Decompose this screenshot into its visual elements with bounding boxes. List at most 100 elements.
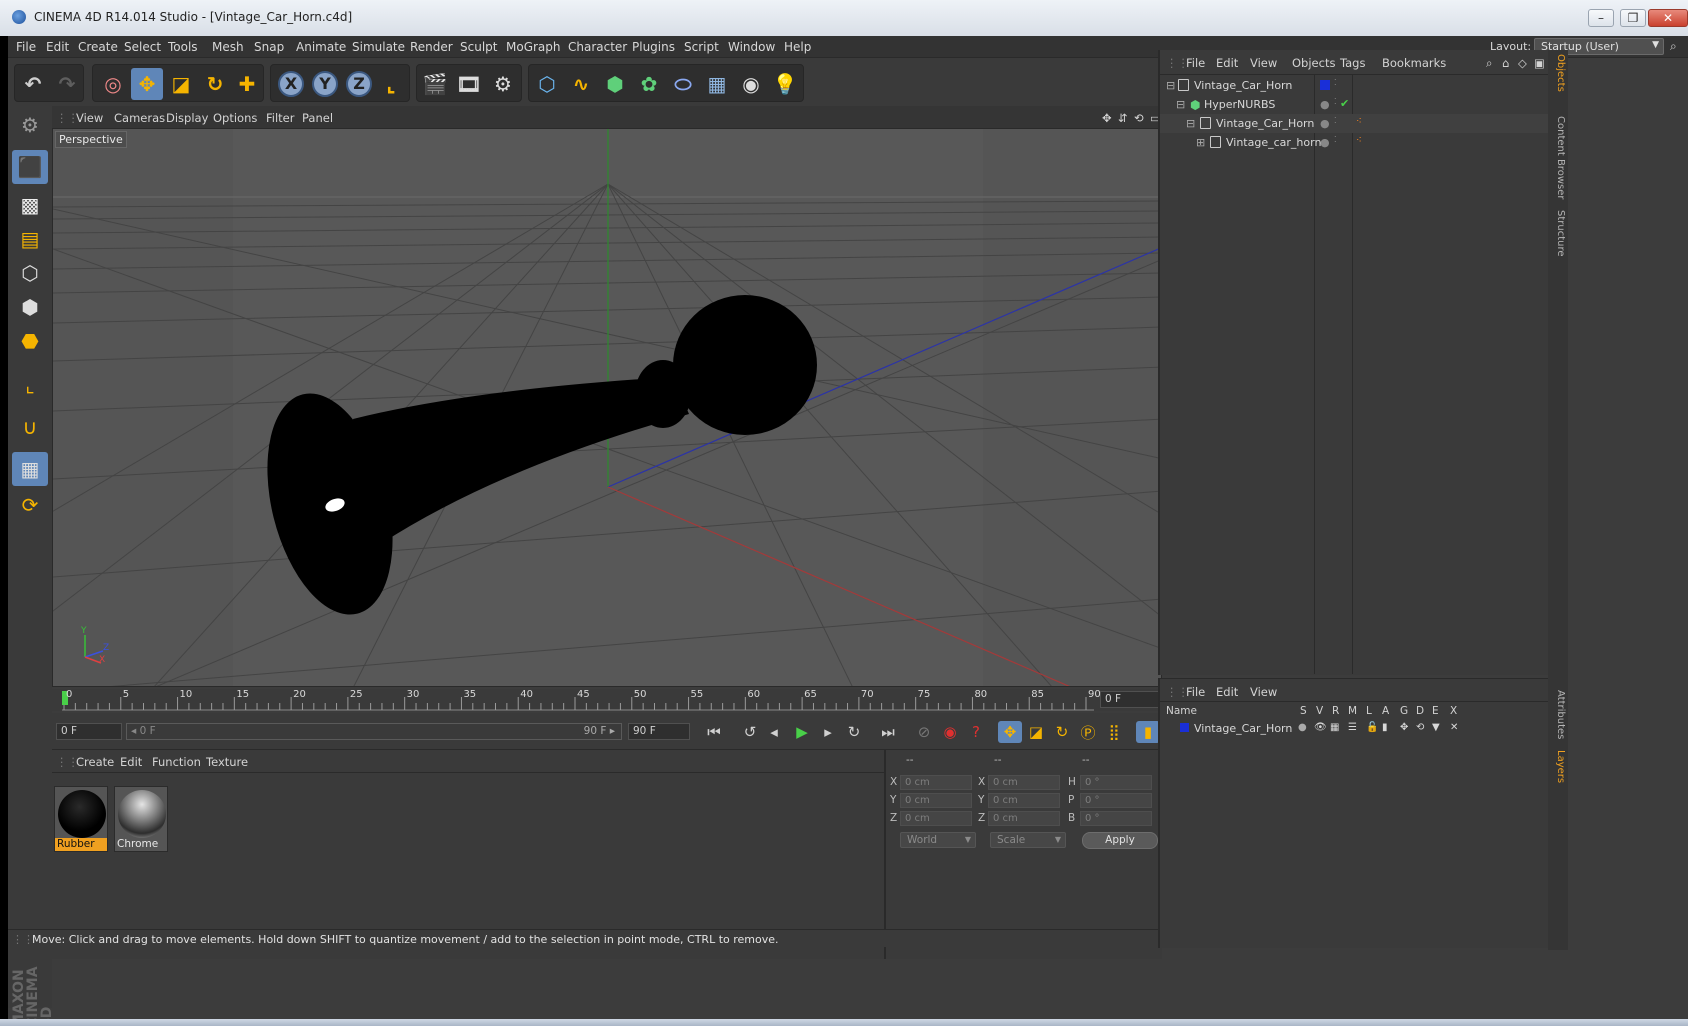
menu-edit[interactable]: Edit	[46, 40, 69, 54]
menu-file[interactable]: File	[16, 40, 36, 54]
menu-sculpt[interactable]: Sculpt	[460, 40, 497, 54]
tab-structure[interactable]: Structure	[1550, 210, 1566, 257]
minimize-button[interactable]: –	[1588, 9, 1614, 27]
enabled-check-icon[interactable]: ✔	[1340, 97, 1349, 110]
layer-col-xref[interactable]: X	[1450, 705, 1457, 717]
visibility-dots-icon[interactable]: ⁚	[1334, 78, 1337, 87]
objects-menu-tags[interactable]: Tags	[1340, 56, 1365, 70]
expand-icon[interactable]: ⊟	[1186, 117, 1195, 130]
previous-key-icon[interactable]: ↺	[738, 721, 762, 743]
layer-color-swatch[interactable]	[1320, 80, 1330, 90]
expand-icon[interactable]: ⊟	[1166, 79, 1175, 92]
tab-attributes[interactable]: Attributes	[1550, 690, 1566, 739]
object-row-vintage-car-horn-child[interactable]: ⊞ Vintage_car_horn ● ⁚ ⁖	[1160, 133, 1550, 152]
generator-icon[interactable]: ✥	[1400, 722, 1408, 733]
size-y-field[interactable]: 0 cm	[988, 793, 1060, 808]
keyframe-selection-icon[interactable]: ?	[964, 721, 988, 743]
visibility-dots-icon[interactable]: ⁚	[1334, 116, 1337, 125]
menu-script[interactable]: Script	[684, 40, 719, 54]
xref-icon[interactable]: ✕	[1450, 722, 1458, 733]
layer-col-view[interactable]: V	[1316, 705, 1323, 717]
rotate-tool-icon[interactable]: ↻	[199, 68, 231, 100]
home-icon[interactable]: ⌂	[1502, 56, 1509, 70]
rotation-p-field[interactable]: 0 °	[1080, 793, 1152, 808]
viewport-menu-panel[interactable]: Panel	[302, 111, 333, 125]
start-frame-field[interactable]: 0 F	[56, 723, 122, 740]
model-mode-icon[interactable]: ⬛	[12, 150, 48, 184]
objects-menu-file[interactable]: File	[1186, 56, 1205, 70]
coord-mode-select[interactable]: Scale ▼	[990, 832, 1066, 848]
go-to-end-icon[interactable]: ⏭	[876, 721, 900, 743]
menu-animate[interactable]: Animate	[296, 40, 346, 54]
texture-mode-icon[interactable]: ▩	[12, 188, 48, 222]
previous-frame-icon[interactable]: ◂	[762, 721, 786, 743]
layer-col-locked[interactable]: L	[1366, 705, 1372, 717]
object-row-vintage-car-horn[interactable]: ⊟ Vintage_Car_Horn ● ⁚ ⁖	[1160, 114, 1550, 133]
layer-color-swatch[interactable]	[1180, 723, 1189, 732]
tab-objects[interactable]: Objects	[1550, 54, 1566, 92]
object-row-vintage-car-horn-root[interactable]: ⊟ Vintage_Car_Horn ⁚	[1160, 76, 1550, 95]
menu-simulate[interactable]: Simulate	[352, 40, 405, 54]
render-settings-icon[interactable]: ⚙	[487, 68, 519, 100]
end-frame-field[interactable]: 90 F	[628, 723, 690, 740]
viewport-label[interactable]: Perspective	[55, 131, 127, 148]
key-position-icon[interactable]: ✥	[998, 721, 1022, 743]
edges-mode-icon[interactable]: ⬢	[12, 290, 48, 324]
position-z-field[interactable]: 0 cm	[900, 811, 972, 826]
material-menu-texture[interactable]: Texture	[206, 755, 248, 769]
expand-icon[interactable]: ⊞	[1196, 136, 1205, 149]
layers-menu-view[interactable]: View	[1250, 685, 1277, 699]
apply-button[interactable]: Apply	[1082, 832, 1158, 849]
tab-layers[interactable]: Layers	[1550, 750, 1566, 783]
restore-button[interactable]: ❐	[1620, 9, 1646, 27]
viewport-menu-view[interactable]: View	[76, 111, 103, 125]
visibility-dot-icon[interactable]: ●	[1320, 98, 1330, 111]
layer-col-animation[interactable]: A	[1382, 705, 1389, 717]
view-icon[interactable]: 👁	[1314, 722, 1327, 733]
quantize-icon[interactable]: ⟳	[12, 488, 48, 522]
rotation-b-field[interactable]: 0 °	[1080, 811, 1152, 826]
layer-col-render[interactable]: R	[1332, 705, 1339, 717]
snap-magnet-icon[interactable]: ∪	[12, 410, 48, 444]
scale-tool-icon[interactable]: ◪	[165, 68, 197, 100]
size-x-field[interactable]: 0 cm	[988, 775, 1060, 790]
key-pla-icon[interactable]: ⣿	[1102, 721, 1126, 743]
undo-icon[interactable]: ↶	[17, 68, 49, 100]
polygons-mode-icon[interactable]: ⬣	[12, 324, 48, 358]
timeline-scheme-icon[interactable]: ▮	[1136, 721, 1160, 743]
layer-col-name[interactable]: Name	[1166, 705, 1197, 717]
expression-icon[interactable]: ▼	[1432, 722, 1440, 733]
material-rubber[interactable]: Rubber	[54, 786, 108, 852]
viewport-zoom-icon[interactable]: ⇵	[1118, 111, 1128, 125]
rotation-h-field[interactable]: 0 °	[1080, 775, 1152, 790]
render-view-icon[interactable]: 🎬	[419, 68, 451, 100]
viewport-menu-options[interactable]: Options	[213, 111, 257, 125]
close-button[interactable]: ✕	[1648, 9, 1688, 27]
x-axis-lock-icon[interactable]: X	[275, 68, 307, 100]
layer-row[interactable]: Vintage_Car_Horn ● 👁 ▦ ☰ 🔓 ▮ ✥ ⟲ ▼ ✕	[1160, 719, 1550, 738]
perspective-viewport[interactable]: Perspective Y Z X	[52, 128, 1162, 687]
floor-icon[interactable]: ▦	[701, 68, 733, 100]
menu-help[interactable]: Help	[784, 40, 811, 54]
layer-col-solo[interactable]: S	[1300, 705, 1307, 717]
key-rotation-icon[interactable]: ↻	[1050, 721, 1074, 743]
menu-create[interactable]: Create	[78, 40, 118, 54]
layers-menu-file[interactable]: File	[1186, 685, 1205, 699]
light-icon[interactable]: 💡	[769, 68, 801, 100]
visibility-dot-icon[interactable]: ●	[1320, 117, 1330, 130]
material-menu-edit[interactable]: Edit	[120, 755, 142, 769]
workplane-lock-icon[interactable]: ▦	[12, 452, 48, 486]
render-picture-viewer-icon[interactable]: 🎞	[453, 68, 485, 100]
material-chrome[interactable]: Chrome	[114, 786, 168, 852]
viewport-menu-cameras[interactable]: Cameras	[114, 111, 165, 125]
object-row-hypernurbs[interactable]: ⊟ ⬢ HyperNURBS ● ⁚ ✔	[1160, 95, 1550, 114]
camera-icon[interactable]: ◉	[735, 68, 767, 100]
viewport-menu-display[interactable]: Display	[166, 111, 208, 125]
visibility-dots-icon[interactable]: ⁚	[1334, 135, 1337, 144]
redo-icon[interactable]: ↷	[51, 68, 83, 100]
position-y-field[interactable]: 0 cm	[900, 793, 972, 808]
manager-icon[interactable]: ☰	[1348, 722, 1357, 733]
material-tag-icon[interactable]: ⁖	[1356, 135, 1362, 146]
array-icon[interactable]: ✿	[633, 68, 665, 100]
solo-icon[interactable]: ●	[1298, 722, 1307, 733]
